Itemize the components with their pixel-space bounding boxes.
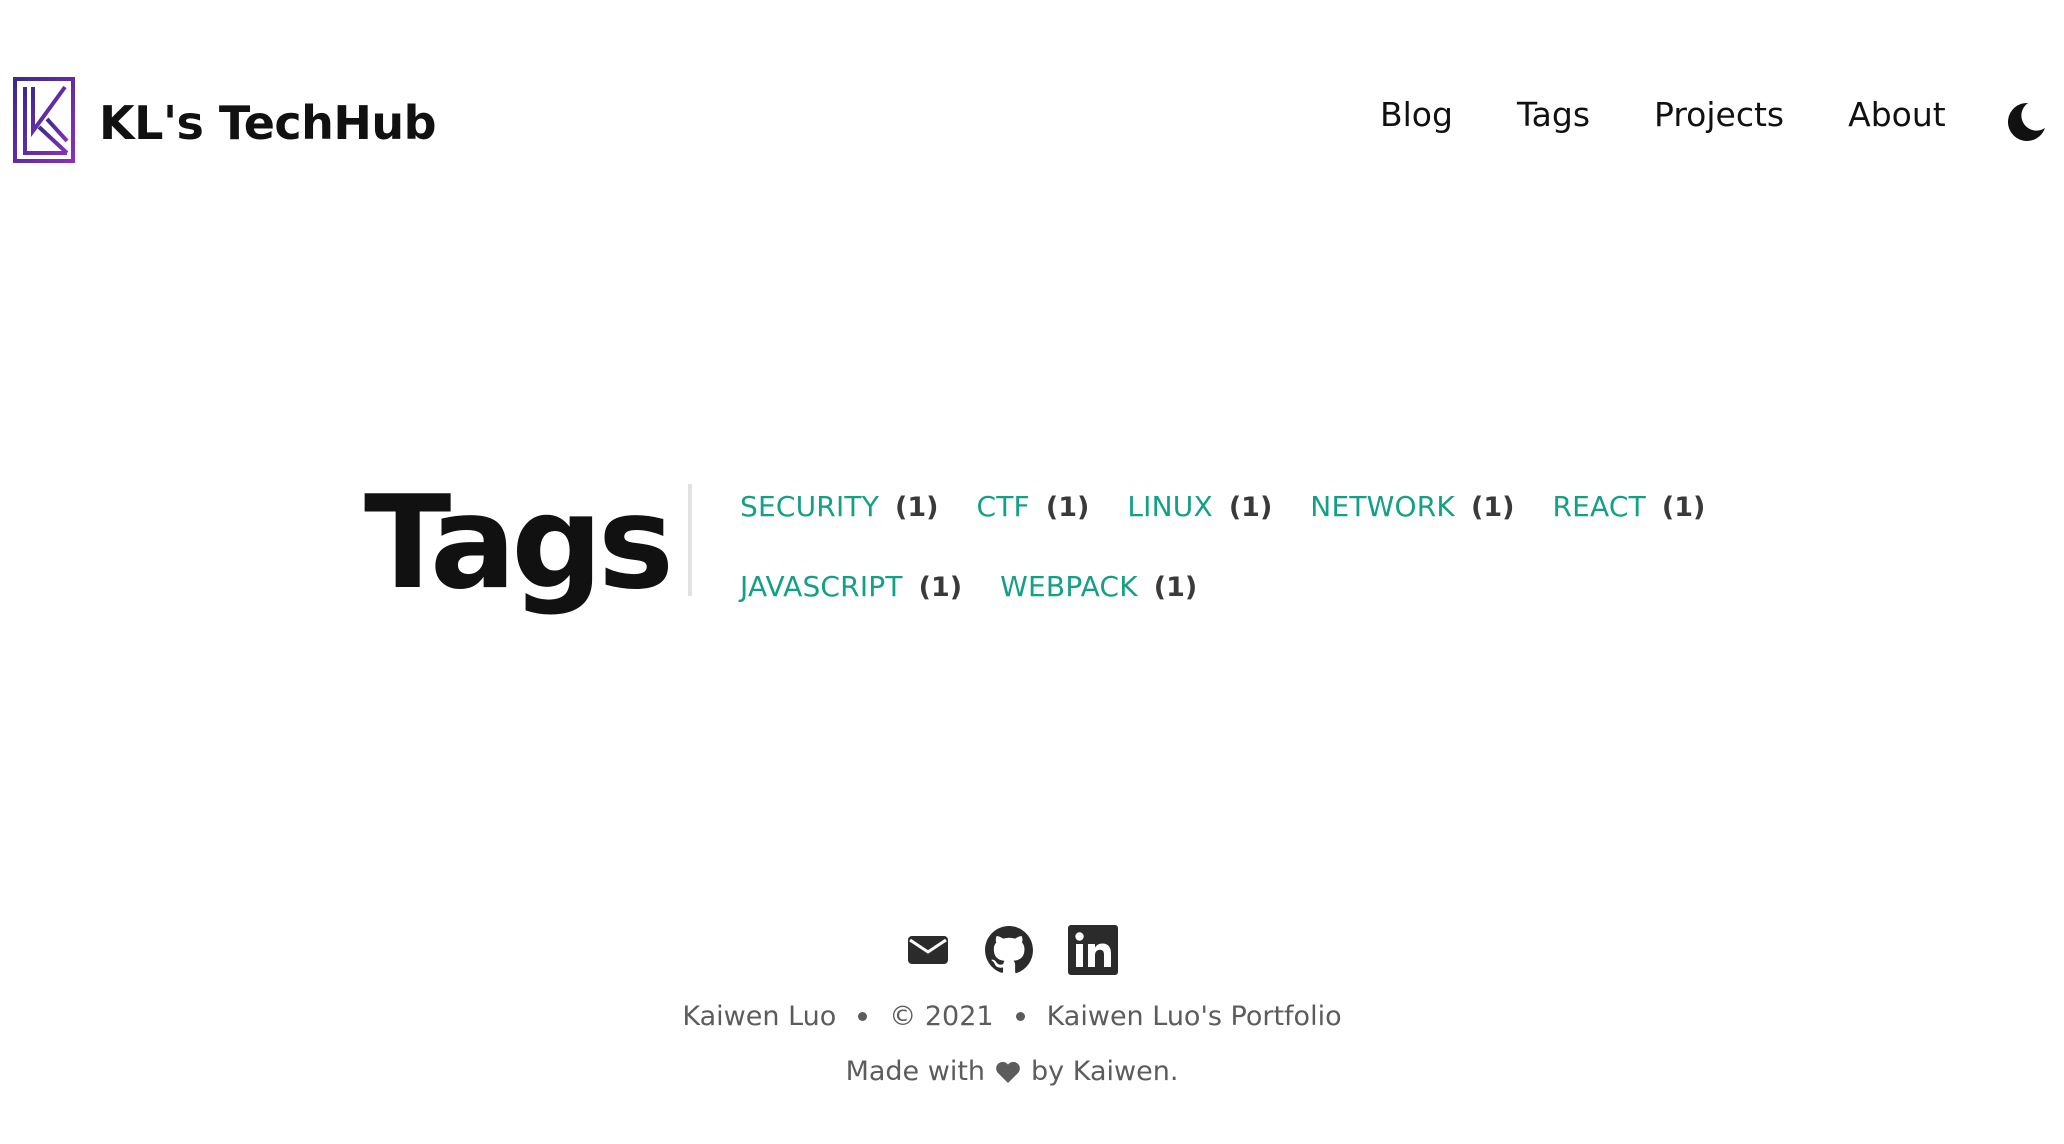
made-with-suffix: by Kaiwen. <box>1031 1056 1179 1087</box>
theme-toggle-button[interactable] <box>2004 100 2048 144</box>
made-with-prefix: Made with <box>845 1056 986 1087</box>
nav-link-about[interactable]: About <box>1848 98 1946 131</box>
tag-item: LINUX (1) <box>1127 490 1272 523</box>
tag-item: SECURITY (1) <box>740 490 939 523</box>
heart-icon <box>996 1061 1020 1083</box>
separator-dot <box>858 1012 868 1021</box>
tag-count: (1) <box>1153 572 1198 603</box>
main-nav: Blog Tags Projects About <box>1380 98 2010 131</box>
footer-credits: Kaiwen Luo © 2021 Kaiwen Luo's Portfolio <box>0 1001 2064 1032</box>
footer-author: Kaiwen Luo <box>682 1001 837 1032</box>
tag-item: JAVASCRIPT (1) <box>740 570 962 603</box>
page-title: Tags <box>364 469 674 618</box>
social-links <box>0 925 2064 975</box>
tag-list: SECURITY (1) CTF (1) LINUX (1) NETWORK (… <box>740 490 1740 650</box>
footer-copyright: © 2021 <box>889 1001 994 1032</box>
title-divider <box>688 484 692 596</box>
tag-item: WEBPACK (1) <box>1000 570 1197 603</box>
tag-link-react[interactable]: REACT <box>1552 490 1645 523</box>
made-with-line: Made with by Kaiwen. <box>0 1056 2064 1087</box>
tag-link-security[interactable]: SECURITY <box>740 490 879 523</box>
page: KL's TechHub Blog Tags Projects About Ta… <box>0 0 2064 1144</box>
tag-count: (1) <box>895 492 939 523</box>
linkedin-link[interactable] <box>1068 925 1118 975</box>
linkedin-icon <box>1068 925 1118 975</box>
tag-row: SECURITY (1) CTF (1) LINUX (1) NETWORK (… <box>740 490 1740 570</box>
mail-icon <box>908 936 948 964</box>
tag-link-ctf[interactable]: CTF <box>977 490 1030 523</box>
tag-item: REACT (1) <box>1552 490 1705 523</box>
footer-site-name: Kaiwen Luo's Portfolio <box>1046 1001 1342 1032</box>
site-header: KL's TechHub Blog Tags Projects About <box>0 0 2064 240</box>
separator-dot <box>1015 1012 1025 1021</box>
tag-link-network[interactable]: NETWORK <box>1310 490 1455 523</box>
github-link[interactable] <box>984 925 1034 975</box>
nav-link-tags[interactable]: Tags <box>1517 98 1590 131</box>
tag-count: (1) <box>1228 492 1273 523</box>
tag-item: CTF (1) <box>977 490 1090 523</box>
tag-link-javascript[interactable]: JAVASCRIPT <box>740 570 903 603</box>
mail-link[interactable] <box>906 932 950 968</box>
site-footer: Kaiwen Luo © 2021 Kaiwen Luo's Portfolio… <box>0 925 2064 1087</box>
tag-count: (1) <box>918 572 963 603</box>
tag-count: (1) <box>1470 492 1515 523</box>
github-icon <box>985 926 1033 974</box>
nav-link-blog[interactable]: Blog <box>1380 98 1453 131</box>
site-brand-link[interactable]: KL's TechHub <box>13 77 437 163</box>
tag-count: (1) <box>1045 492 1090 523</box>
moon-icon <box>2007 102 2045 141</box>
kl-logo-icon <box>13 77 75 163</box>
tag-item: NETWORK (1) <box>1310 490 1514 523</box>
tag-link-webpack[interactable]: WEBPACK <box>1000 570 1138 603</box>
site-title: KL's TechHub <box>99 96 437 150</box>
tag-row: JAVASCRIPT (1) WEBPACK (1) <box>740 570 1740 650</box>
nav-link-projects[interactable]: Projects <box>1654 98 1784 131</box>
tag-count: (1) <box>1661 492 1706 523</box>
tag-link-linux[interactable]: LINUX <box>1127 490 1212 523</box>
